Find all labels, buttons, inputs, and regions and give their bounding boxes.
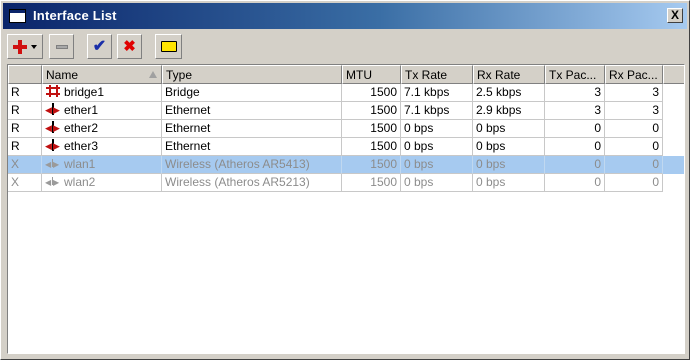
row-rx-packets: 3	[605, 84, 663, 102]
table-row[interactable]: R ether2 Ethernet 1500 0 bps 0 bps 0 0	[8, 120, 684, 138]
table-row-selected[interactable]: X wlan1 Wireless (Atheros AR5413) 1500 0…	[8, 156, 684, 174]
column-header-filler	[663, 65, 684, 84]
check-icon: ✔	[92, 37, 107, 55]
row-rx-rate: 0 bps	[473, 138, 545, 156]
column-header-name[interactable]: Name	[42, 65, 162, 84]
interface-list-window: Interface List X ✔ ✖ Name Type MTU Tx Ra…	[0, 0, 690, 360]
row-mtu: 1500	[342, 174, 401, 192]
row-rx-rate: 0 bps	[473, 120, 545, 138]
ethernet-icon	[45, 120, 63, 137]
chevron-down-icon	[31, 44, 37, 49]
wireless-icon	[45, 156, 63, 173]
row-name-label: bridge1	[64, 85, 105, 99]
column-header-tx-rate[interactable]: Tx Rate	[401, 65, 473, 84]
row-type: Wireless (Atheros AR5213)	[162, 174, 342, 192]
row-tx-rate: 0 bps	[401, 138, 473, 156]
row-name-label: wlan1	[64, 157, 96, 171]
row-mtu: 1500	[342, 84, 401, 102]
row-tx-rate: 0 bps	[401, 120, 473, 138]
row-tx-packets: 0	[545, 156, 605, 174]
column-header-name-label: Name	[46, 68, 79, 82]
column-header-rx-packets[interactable]: Rx Pac...	[605, 65, 663, 84]
add-button[interactable]	[7, 34, 43, 59]
disable-button[interactable]: ✖	[117, 34, 142, 59]
row-tx-packets: 3	[545, 84, 605, 102]
table-row[interactable]: R bridge1 Bridge 1500 7.1 kbps 2.5 kbps …	[8, 84, 684, 102]
row-rx-rate: 0 bps	[473, 156, 545, 174]
row-rx-packets: 0	[605, 156, 663, 174]
row-type: Bridge	[162, 84, 342, 102]
row-tx-packets: 0	[545, 174, 605, 192]
row-name-label: ether1	[64, 103, 99, 117]
row-name-label: ether2	[64, 121, 99, 135]
row-tx-rate: 0 bps	[401, 156, 473, 174]
row-flag: R	[8, 102, 42, 120]
row-flag: X	[8, 156, 42, 174]
column-header-rx-rate[interactable]: Rx Rate	[473, 65, 545, 84]
row-type: Ethernet	[162, 138, 342, 156]
x-icon: ✖	[123, 38, 136, 55]
window-icon	[9, 9, 26, 23]
close-button[interactable]: X	[667, 8, 683, 23]
row-rx-packets: 0	[605, 138, 663, 156]
ethernet-icon	[45, 102, 63, 119]
row-name: ether1	[42, 102, 162, 120]
row-tx-packets: 0	[545, 120, 605, 138]
row-flag: R	[8, 138, 42, 156]
row-name-label: ether3	[64, 139, 99, 153]
row-name: ether2	[42, 120, 162, 138]
row-tx-packets: 3	[545, 102, 605, 120]
row-rx-packets: 0	[605, 174, 663, 192]
table-row[interactable]: R ether3 Ethernet 1500 0 bps 0 bps 0 0	[8, 138, 684, 156]
row-tx-rate: 0 bps	[401, 174, 473, 192]
row-flag: R	[8, 84, 42, 102]
row-tx-packets: 0	[545, 138, 605, 156]
ethernet-icon	[45, 138, 63, 155]
row-mtu: 1500	[342, 102, 401, 120]
row-rx-rate: 2.9 kbps	[473, 102, 545, 120]
minus-icon	[55, 44, 68, 49]
wireless-icon	[45, 174, 63, 191]
remove-button[interactable]	[49, 34, 74, 59]
row-rx-rate: 0 bps	[473, 174, 545, 192]
row-tx-rate: 7.1 kbps	[401, 84, 473, 102]
row-mtu: 1500	[342, 138, 401, 156]
window-title: Interface List	[33, 8, 117, 23]
column-header-flag[interactable]	[8, 65, 42, 84]
row-name: wlan1	[42, 156, 162, 174]
row-type: Wireless (Atheros AR5413)	[162, 156, 342, 174]
interface-table: Name Type MTU Tx Rate Rx Rate Tx Pac... …	[7, 64, 685, 354]
row-flag: R	[8, 120, 42, 138]
row-rx-packets: 3	[605, 102, 663, 120]
table-row[interactable]: R ether1 Ethernet 1500 7.1 kbps 2.9 kbps…	[8, 102, 684, 120]
title-bar[interactable]: Interface List X	[3, 3, 687, 29]
row-name: ether3	[42, 138, 162, 156]
enable-button[interactable]: ✔	[87, 34, 112, 59]
toolbar: ✔ ✖	[7, 33, 687, 61]
comment-icon	[160, 41, 177, 52]
row-flag: X	[8, 174, 42, 192]
row-rx-rate: 2.5 kbps	[473, 84, 545, 102]
bridge-icon	[45, 85, 63, 97]
column-header-mtu[interactable]: MTU	[342, 65, 401, 84]
row-type: Ethernet	[162, 120, 342, 138]
column-header-tx-packets[interactable]: Tx Pac...	[545, 65, 605, 84]
row-rx-packets: 0	[605, 120, 663, 138]
comment-button[interactable]	[155, 34, 182, 59]
row-mtu: 1500	[342, 120, 401, 138]
column-header-type[interactable]: Type	[162, 65, 342, 84]
row-name: bridge1	[42, 84, 162, 102]
plus-icon	[13, 39, 27, 54]
sort-ascending-icon	[149, 71, 157, 78]
row-tx-rate: 7.1 kbps	[401, 102, 473, 120]
table-header: Name Type MTU Tx Rate Rx Rate Tx Pac... …	[8, 65, 684, 84]
row-name-label: wlan2	[64, 175, 96, 189]
row-mtu: 1500	[342, 156, 401, 174]
row-type: Ethernet	[162, 102, 342, 120]
row-name: wlan2	[42, 174, 162, 192]
table-row[interactable]: X wlan2 Wireless (Atheros AR5213) 1500 0…	[8, 174, 684, 192]
